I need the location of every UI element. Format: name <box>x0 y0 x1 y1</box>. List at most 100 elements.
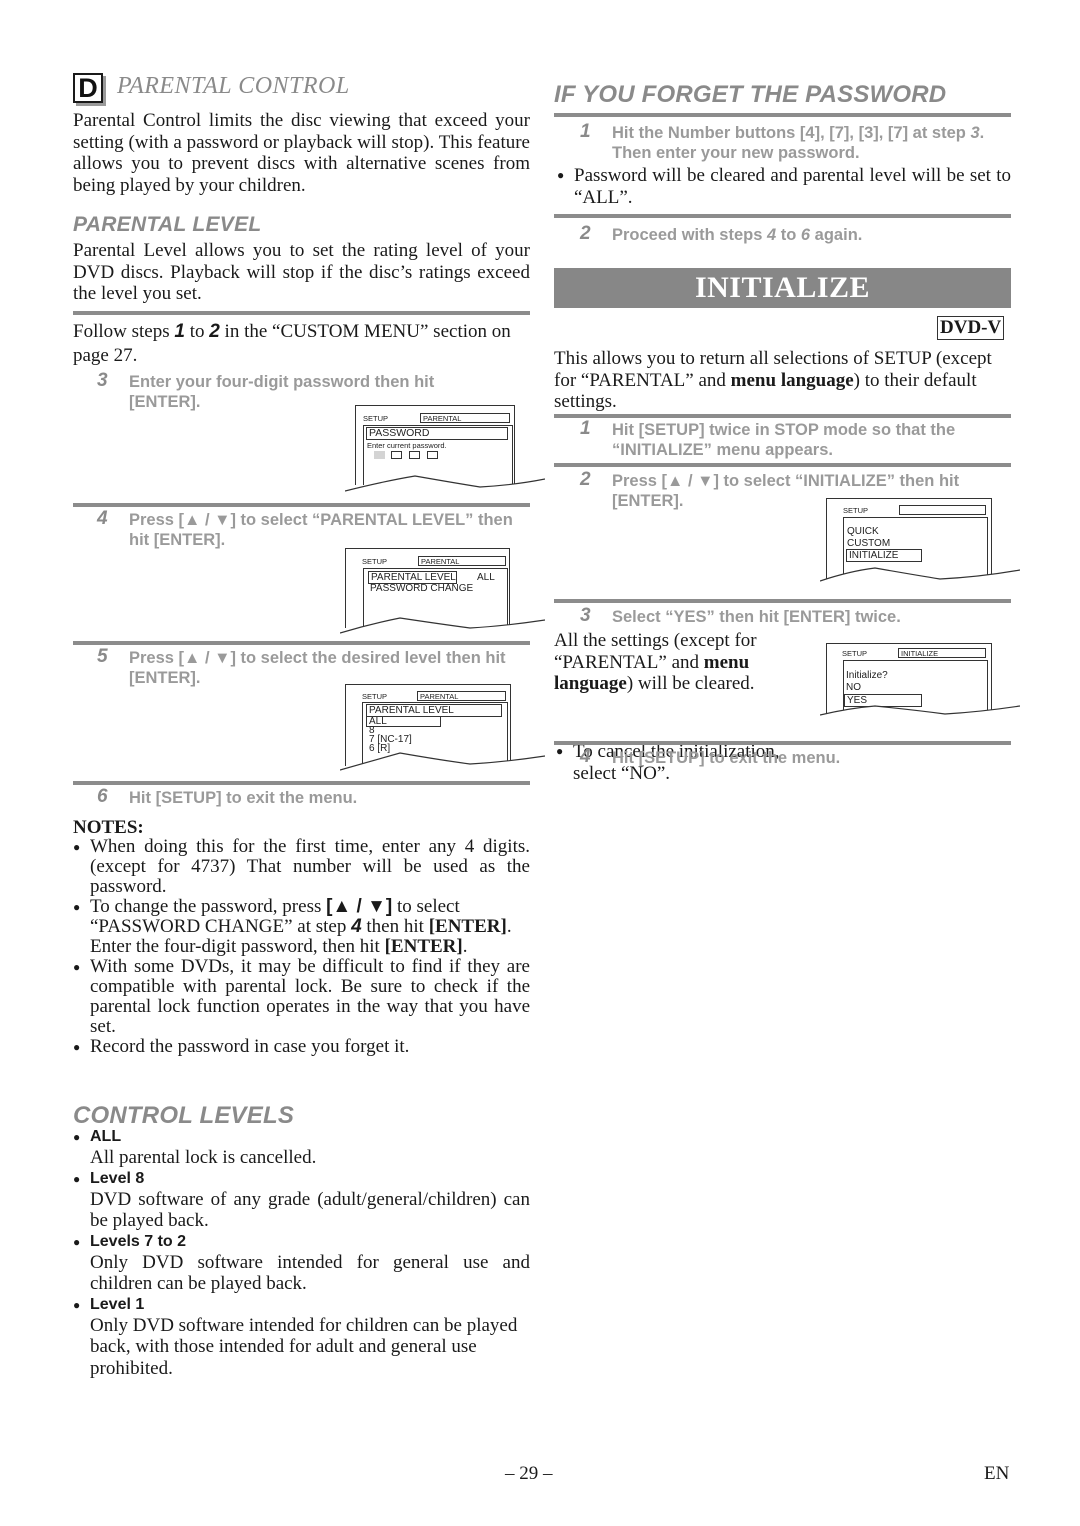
page-number: – 29 – <box>505 1463 553 1484</box>
init-step-3: 3 Select “YES” then hit [ENTER] twice. <box>580 605 1010 627</box>
step-number: 2 <box>580 469 591 490</box>
initialize-cleared-text: All the settings (except for “PARENTAL” … <box>554 630 819 695</box>
password-digit-box <box>409 451 420 459</box>
note-item: Record the password in case you forget i… <box>73 1037 530 1059</box>
step-text: Hit [SETUP] to exit the menu. <box>612 749 841 767</box>
divider <box>73 311 530 315</box>
step-number: 1 <box>580 121 591 142</box>
step-4: 4 Press [▲ / ▼] to select “PARENTAL LEVE… <box>97 508 537 550</box>
note-text-part: To change the password, press <box>90 896 327 917</box>
screen-menu-item: CUSTOM <box>847 538 891 549</box>
step-text: Hit [SETUP] to exit the menu. <box>129 789 358 807</box>
screen-setup-label: SETUP <box>843 506 869 515</box>
note-text-bold: [▲ / ▼] <box>326 896 393 917</box>
screen-menu-value: ALL <box>477 572 495 583</box>
control-level-item: Level 1 Only DVD software intended for c… <box>73 1295 530 1380</box>
step-text: Press [▲ / ▼] to select “PARENTAL LEVEL”… <box>129 511 513 549</box>
screen-tab-label: PARENTAL <box>420 413 510 423</box>
note-text-part: . <box>462 936 468 957</box>
note-text-part: then hit <box>361 916 429 937</box>
control-level-desc: All parental lock is cancelled. <box>90 1147 317 1168</box>
section-d-badge: D <box>73 73 103 103</box>
step-ref: 2 <box>209 321 220 342</box>
step-ref: 6 <box>800 226 811 244</box>
screen-level-item-selected: ALL <box>366 716 441 727</box>
divider <box>554 214 1011 218</box>
divider <box>73 781 530 785</box>
control-level-desc: Only DVD software intended for general u… <box>90 1251 530 1295</box>
screen-tab-label <box>899 505 986 515</box>
control-level-desc: Only DVD software intended for children … <box>90 1314 518 1379</box>
divider <box>554 113 1011 117</box>
cleared-text-part: ) will be cleared. <box>626 673 755 694</box>
note-text-bold: [ENTER] <box>384 936 463 957</box>
control-level-label: Level 8 <box>73 1169 530 1190</box>
forget-password-section: IF YOU FORGET THE PASSWORD 1 Hit the Num… <box>0 0 1080 244</box>
step-ref: 1 <box>174 321 185 342</box>
follow-text-part: Follow steps <box>73 321 175 342</box>
step-text: Press [▲ / ▼] to select the desired leve… <box>129 649 506 687</box>
step-number: 1 <box>580 418 591 439</box>
screen-menu-item: PASSWORD CHANGE <box>370 583 474 594</box>
step-number: 4 <box>580 746 591 767</box>
note-item: To change the password, press [▲ / ▼] to… <box>73 897 530 957</box>
screen-torn-edge <box>340 617 545 638</box>
step-text: Hit the Number buttons [4], [7], [3], [7… <box>580 123 1010 163</box>
note-item: When doing this for the first time, ente… <box>73 837 530 897</box>
screen-prompt: Enter current password. <box>367 441 447 450</box>
screen-title: PASSWORD <box>366 427 508 440</box>
divider <box>554 741 1011 745</box>
screen-setup-label: SETUP <box>842 649 868 658</box>
intro-text-bold: menu language <box>730 369 854 391</box>
step-text: Hit [SETUP] twice in STOP mode so that t… <box>612 421 956 459</box>
step-number: 3 <box>580 605 591 626</box>
step-text-part: Proceed with steps <box>612 226 767 244</box>
parental-control-title: PARENTAL CONTROL <box>117 73 350 99</box>
control-level-desc: DVD software of any grade (adult/general… <box>90 1188 530 1232</box>
step-text-part: Hit the Number buttons [4], [7], [3], [7… <box>612 124 971 142</box>
step-number: 5 <box>97 646 108 667</box>
screen-menu-item: QUICK <box>847 526 879 537</box>
screen-password: SETUP PARENTAL PASSWORD Enter current pa… <box>345 405 545 495</box>
screen-torn-edge <box>820 705 1020 718</box>
screen-setup-label: SETUP <box>362 557 388 566</box>
control-level-label: Levels 7 to 2 <box>73 1232 530 1253</box>
control-level-item: ALL All parental lock is cancelled. <box>73 1127 530 1169</box>
initialize-banner: INITIALIZE <box>554 268 1011 308</box>
step-text: Proceed with steps 4 to 6 again. <box>580 225 1010 245</box>
screen-tab-label: INITIALIZE <box>898 648 986 658</box>
control-level-label: ALL <box>73 1127 530 1148</box>
screen-torn-edge <box>340 752 545 774</box>
follow-text-part: to <box>184 321 210 342</box>
control-level-item: Level 8 DVD software of any grade (adult… <box>73 1169 530 1232</box>
step-6: 6 Hit [SETUP] to exit the menu. <box>97 786 537 808</box>
divider <box>554 463 1011 467</box>
screen-setup-label: SETUP <box>363 414 389 423</box>
init-step-4: 4 Hit [SETUP] to exit the menu. <box>580 746 1010 768</box>
screen-initialize-confirm: SETUP INITIALIZE Initialize? NO YES <box>820 643 1020 718</box>
step-number: 4 <box>97 508 108 529</box>
screen-option: NO <box>846 682 861 693</box>
notes-list: When doing this for the first time, ente… <box>73 837 530 1059</box>
password-digit-box <box>427 451 438 459</box>
note-item: With some DVDs, it may be difficult to f… <box>73 957 530 1037</box>
forget-step-2: 2 Proceed with steps 4 to 6 again. <box>580 223 1010 245</box>
screen-torn-edge <box>345 475 545 495</box>
screen-torn-edge <box>820 567 1020 586</box>
step-text-part: to <box>776 226 801 244</box>
step-ref: 4 <box>351 916 362 937</box>
dvd-v-badge: DVD-V <box>937 316 1005 340</box>
step-number: 3 <box>97 370 108 391</box>
section-header: D PARENTAL CONTROL <box>73 73 350 104</box>
screen-setup-label: SETUP <box>362 692 388 701</box>
step-number: 6 <box>97 786 108 807</box>
step-text-part: again. <box>810 226 863 244</box>
screen-setup-menu: SETUP QUICK CUSTOM INITIALIZE <box>820 498 1020 586</box>
forget-password-note: Password will be cleared and parental le… <box>557 165 1011 208</box>
step-number: 2 <box>580 223 591 244</box>
language-code: EN <box>984 1463 1010 1484</box>
note-text-bold: [ENTER] <box>428 916 507 937</box>
step-ref: 3 <box>970 124 980 142</box>
screen-parental-levels: SETUP PARENTAL PARENTAL LEVEL ALL 8 7 [N… <box>340 684 545 774</box>
control-level-item: Levels 7 to 2 Only DVD software intended… <box>73 1232 530 1295</box>
